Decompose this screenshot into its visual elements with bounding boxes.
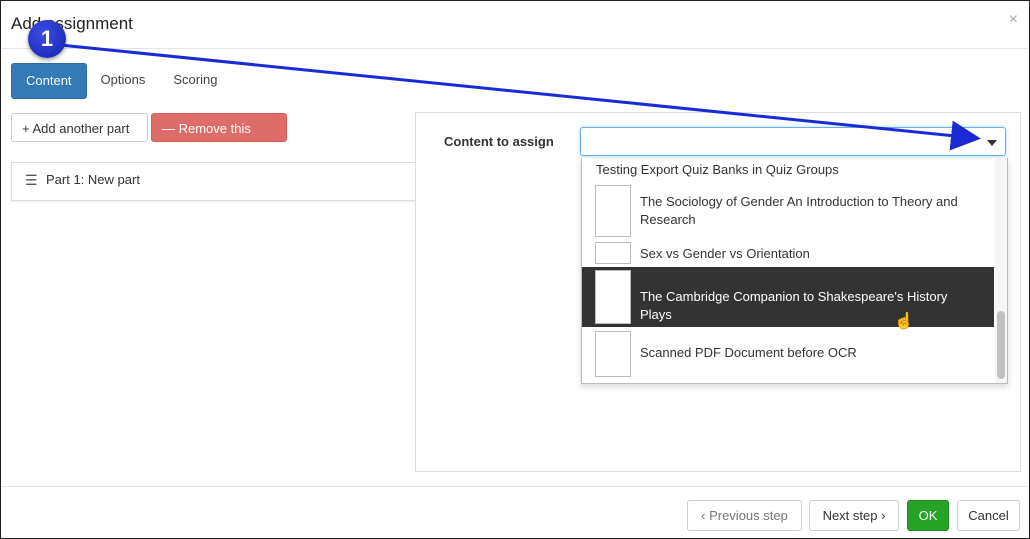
annotation-step-badge: 1	[28, 20, 66, 58]
annotation-arrow	[59, 43, 981, 151]
